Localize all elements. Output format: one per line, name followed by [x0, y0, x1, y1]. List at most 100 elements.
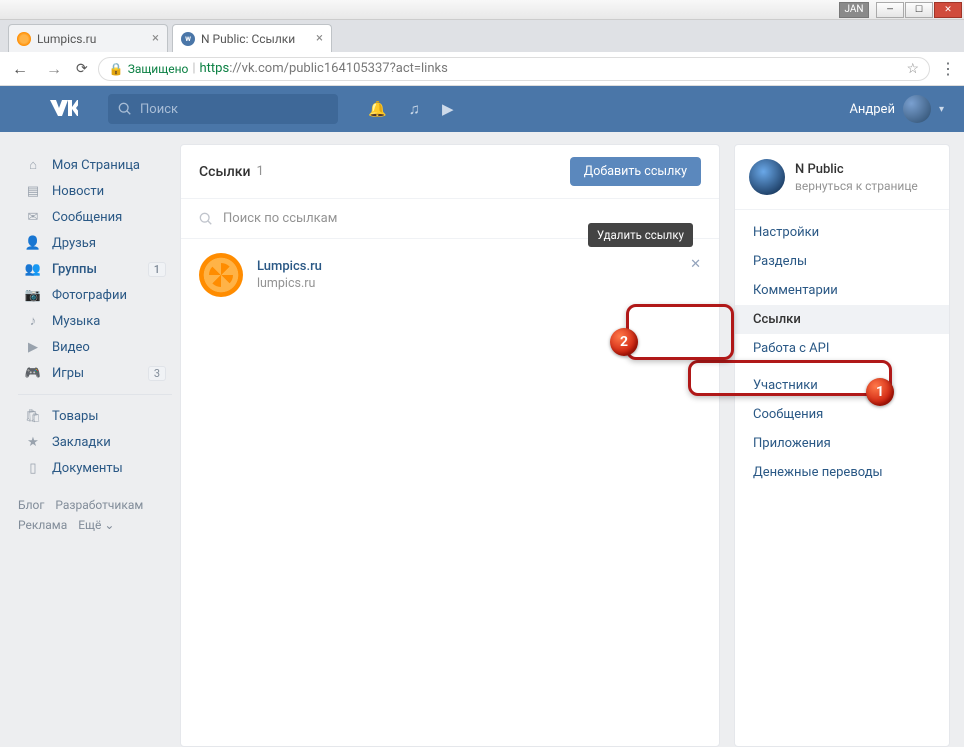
menu-item-api[interactable]: Работа с API: [735, 334, 949, 363]
vk-search-input[interactable]: Поиск: [108, 94, 338, 124]
nav-forward-button: →: [42, 59, 66, 79]
menu-item-comments[interactable]: Комментарии: [735, 276, 949, 305]
footer-more[interactable]: Ещё ⌄: [78, 518, 114, 532]
browser-tab-lumpics[interactable]: Lumpics.ru ×: [8, 24, 168, 52]
sidebar-item-label: Моя Страница: [52, 158, 140, 173]
group-name[interactable]: N Public: [795, 162, 918, 177]
sidebar-item-music[interactable]: ♪Музыка: [18, 308, 172, 334]
menu-item-members[interactable]: Участники: [735, 371, 949, 400]
menu-item-sections[interactable]: Разделы: [735, 247, 949, 276]
notifications-icon[interactable]: 🔔: [368, 100, 387, 118]
manage-menu: Настройки Разделы Комментарии Ссылки Раб…: [735, 210, 949, 495]
browser-tab-strip: Lumpics.ru × w N Public: Ссылки ×: [0, 20, 964, 52]
chevron-down-icon[interactable]: ▾: [939, 104, 944, 115]
lumpics-favicon: [17, 32, 31, 46]
groups-icon: 👥: [24, 260, 42, 278]
left-sidebar: ⌂ Моя Страница ▤ Новости ✉ Сообщения 👤Друзь…: [0, 144, 180, 747]
sidebar-item-photos[interactable]: 📷 Фотографии: [18, 282, 172, 308]
tab-close-icon[interactable]: ×: [142, 31, 159, 46]
sidebar-item-label: Друзья: [52, 236, 96, 251]
bookmark-star-icon[interactable]: ☆: [906, 61, 919, 77]
secure-label: Защищено: [128, 62, 189, 76]
links-title: Ссылки: [199, 164, 250, 180]
footer-ads[interactable]: Реклама: [18, 518, 67, 532]
delete-link-button[interactable]: ✕: [690, 257, 701, 272]
search-icon: [118, 102, 132, 116]
footer-devs[interactable]: Разработчикам: [55, 498, 143, 512]
url-rest: ://vk.com/public164105337?act=links: [229, 61, 448, 76]
music-icon[interactable]: ♫: [409, 100, 420, 118]
sidebar-item-documents[interactable]: ▯Документы: [18, 455, 172, 481]
menu-item-apps[interactable]: Приложения: [735, 429, 949, 458]
group-manage-panel: N Public вернуться к странице Настройки …: [734, 144, 950, 747]
vk-favicon: w: [181, 32, 195, 46]
sidebar-item-market[interactable]: 🛍 Товары: [18, 403, 172, 429]
username-label[interactable]: Андрей: [849, 102, 895, 117]
video-icon: ▶: [24, 338, 42, 356]
search-placeholder: Поиск: [140, 102, 178, 117]
home-icon: ⌂: [24, 156, 42, 174]
tab-title: N Public: Ссылки: [201, 32, 295, 46]
sidebar-item-messages[interactable]: ✉ Сообщения: [18, 204, 172, 230]
nav-back-button[interactable]: ←: [8, 59, 32, 79]
news-icon: ▤: [24, 182, 42, 200]
window-close-button[interactable]: ✕: [934, 2, 962, 18]
sidebar-item-label: Сообщения: [52, 210, 122, 225]
sidebar-item-label: Видео: [52, 340, 90, 355]
sidebar-item-label: Группы: [52, 262, 97, 277]
menu-item-links[interactable]: Ссылки: [735, 305, 949, 334]
sidebar-item-groups[interactable]: 👥 Группы 1: [18, 256, 172, 282]
star-icon: ★: [24, 433, 42, 451]
page-content: ⌂ Моя Страница ▤ Новости ✉ Сообщения 👤Друзь…: [0, 132, 964, 747]
menu-item-money[interactable]: Денежные переводы: [735, 458, 949, 487]
add-link-button[interactable]: Добавить ссылку: [570, 157, 701, 186]
tab-close-icon[interactable]: ×: [306, 31, 323, 46]
user-avatar[interactable]: [903, 95, 931, 123]
play-icon[interactable]: ▶: [442, 100, 454, 118]
sidebar-item-friends[interactable]: 👤Друзья: [18, 230, 172, 256]
address-bar[interactable]: 🔒 Защищено | https ://vk.com/public16410…: [98, 57, 930, 81]
delete-link-tooltip: Удалить ссылку: [588, 223, 693, 247]
sidebar-item-label: Фотографии: [52, 288, 127, 303]
annotation-bubble-2: 2: [610, 328, 638, 356]
jan-button[interactable]: JAN: [839, 2, 869, 18]
secure-badge: 🔒 Защищено: [109, 62, 189, 76]
nav-reload-button[interactable]: ⟳: [76, 61, 88, 77]
sidebar-item-games[interactable]: 🎮Игры3: [18, 360, 172, 386]
link-row[interactable]: Lumpics.ru lumpics.ru Удалить ссылку ✕: [181, 239, 719, 311]
link-title[interactable]: Lumpics.ru: [257, 259, 322, 274]
links-panel: Ссылки 1 Добавить ссылку Поиск по ссылка…: [180, 144, 720, 747]
browser-toolbar: ← → ⟳ 🔒 Защищено | https ://vk.com/publi…: [0, 52, 964, 86]
annotation-bubble-1: 1: [866, 378, 894, 406]
group-avatar: [749, 159, 785, 195]
camera-icon: 📷: [24, 286, 42, 304]
sidebar-item-bookmarks[interactable]: ★Закладки: [18, 429, 172, 455]
link-url-label: lumpics.ru: [257, 276, 322, 291]
music-note-icon: ♪: [24, 312, 42, 330]
sidebar-item-video[interactable]: ▶ Видео: [18, 334, 172, 360]
window-title-bar: JAN — ☐ ✕: [0, 0, 964, 20]
sidebar-footer: Блог Разработчикам Реклама Ещё ⌄: [18, 495, 172, 536]
sidebar-badge: 3: [148, 366, 166, 381]
menu-item-settings[interactable]: Настройки: [735, 218, 949, 247]
sidebar-item-label: Товары: [52, 409, 98, 424]
window-maximize-button[interactable]: ☐: [905, 2, 933, 18]
vk-logo[interactable]: [50, 97, 78, 121]
group-back-link[interactable]: вернуться к странице: [795, 179, 918, 193]
search-icon: [199, 212, 213, 226]
messages-icon: ✉: [24, 208, 42, 226]
sidebar-item-label: Новости: [52, 184, 104, 199]
sidebar-badge: 1: [148, 262, 166, 277]
link-avatar: [199, 253, 243, 297]
sidebar-item-my-page[interactable]: ⌂ Моя Страница: [18, 152, 172, 178]
browser-tab-vk[interactable]: w N Public: Ссылки ×: [172, 24, 332, 52]
market-icon: 🛍: [24, 407, 42, 425]
sidebar-item-label: Документы: [52, 461, 123, 476]
window-minimize-button[interactable]: —: [876, 2, 904, 18]
lock-icon: 🔒: [109, 62, 124, 76]
sidebar-item-news[interactable]: ▤ Новости: [18, 178, 172, 204]
footer-blog[interactable]: Блог: [18, 498, 44, 512]
browser-menu-button[interactable]: ⋮: [940, 59, 956, 78]
menu-item-messages[interactable]: Сообщения: [735, 400, 949, 429]
url-scheme: https: [200, 61, 230, 76]
